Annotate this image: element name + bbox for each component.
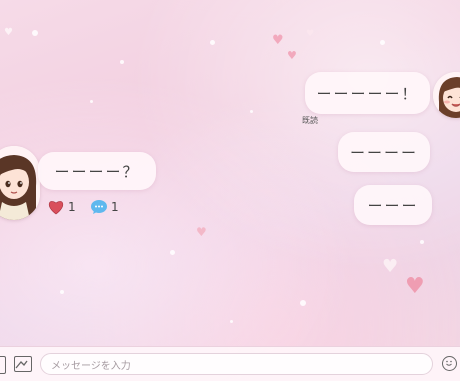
message-text: ーーーー？: [54, 162, 140, 181]
reaction-comment[interactable]: 1: [90, 197, 119, 217]
attach-icon[interactable]: [0, 356, 6, 374]
message-text: ーーーー: [349, 143, 418, 162]
outgoing-message-bubble[interactable]: ーーーーー！: [305, 72, 430, 114]
outgoing-message-bubble[interactable]: ーーーー: [338, 132, 430, 172]
emoji-icon[interactable]: [442, 356, 457, 371]
message-text: ーーー: [367, 196, 419, 215]
heart-icon: [47, 199, 65, 215]
reaction-heart[interactable]: 1: [47, 197, 76, 217]
message-input[interactable]: メッセージを入力: [40, 353, 433, 375]
message-text: ーーーーー！: [316, 84, 419, 103]
avatar[interactable]: [0, 146, 40, 220]
heart-decoration-icon: ♥: [272, 33, 284, 48]
heart-decoration-icon: ♥: [306, 29, 315, 39]
heart-decoration-icon: ♥: [382, 256, 399, 277]
message-input-placeholder: メッセージを入力: [51, 360, 131, 372]
outgoing-message-bubble[interactable]: ーーー: [354, 185, 432, 225]
reaction-count: 1: [111, 200, 119, 214]
heart-decoration-icon: ♥: [196, 225, 207, 239]
read-status: 既読: [302, 116, 318, 125]
incoming-message-bubble[interactable]: ーーーー？: [38, 152, 156, 190]
image-icon[interactable]: [14, 356, 32, 372]
heart-decoration-icon: ♥: [4, 27, 13, 38]
heart-decoration-icon: ♥: [287, 49, 297, 62]
comment-icon: [90, 199, 108, 215]
heart-decoration-icon: ♥: [405, 274, 425, 299]
reaction-count: 1: [68, 200, 76, 214]
composer-bar: メッセージを入力: [0, 346, 460, 381]
